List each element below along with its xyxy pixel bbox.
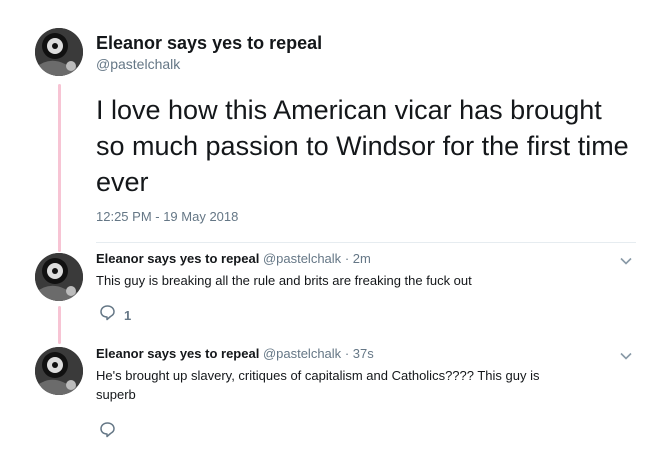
- chevron-down-icon[interactable]: [618, 348, 634, 364]
- reply-time[interactable]: · 37s: [345, 346, 374, 361]
- reply-button[interactable]: [99, 421, 116, 443]
- handle[interactable]: @pastelchalk: [96, 56, 180, 72]
- handle[interactable]: @pastelchalk: [263, 251, 341, 266]
- divider: [96, 242, 636, 243]
- tweet-timestamp[interactable]: 12:25 PM - 19 May 2018: [96, 209, 238, 224]
- thread-line-top: [58, 84, 61, 252]
- display-name[interactable]: Eleanor says yes to repeal: [96, 346, 259, 361]
- reply-button[interactable]: 1: [99, 304, 132, 326]
- handle[interactable]: @pastelchalk: [263, 346, 341, 361]
- chevron-down-icon[interactable]: [618, 253, 634, 269]
- reply-count: 1: [124, 307, 132, 323]
- avatar[interactable]: [35, 347, 83, 395]
- reply-header: Eleanor says yes to repeal @pastelchalk …: [96, 251, 371, 266]
- avatar[interactable]: [35, 28, 83, 76]
- reply-header: Eleanor says yes to repeal @pastelchalk …: [96, 346, 374, 361]
- avatar[interactable]: [35, 253, 83, 301]
- display-name[interactable]: Eleanor says yes to repeal: [96, 33, 322, 54]
- reply-icon: [99, 304, 116, 326]
- display-name[interactable]: Eleanor says yes to repeal: [96, 251, 259, 266]
- tweet-text: I love how this American vicar has broug…: [96, 95, 629, 197]
- reply-text: He's brought up slavery, critiques of ca…: [96, 368, 540, 402]
- thread-line-middle: [58, 306, 61, 344]
- reply-text: This guy is breaking all the rule and br…: [96, 273, 472, 288]
- reply-icon: [99, 421, 116, 443]
- reply-time[interactable]: · 2m: [345, 251, 371, 266]
